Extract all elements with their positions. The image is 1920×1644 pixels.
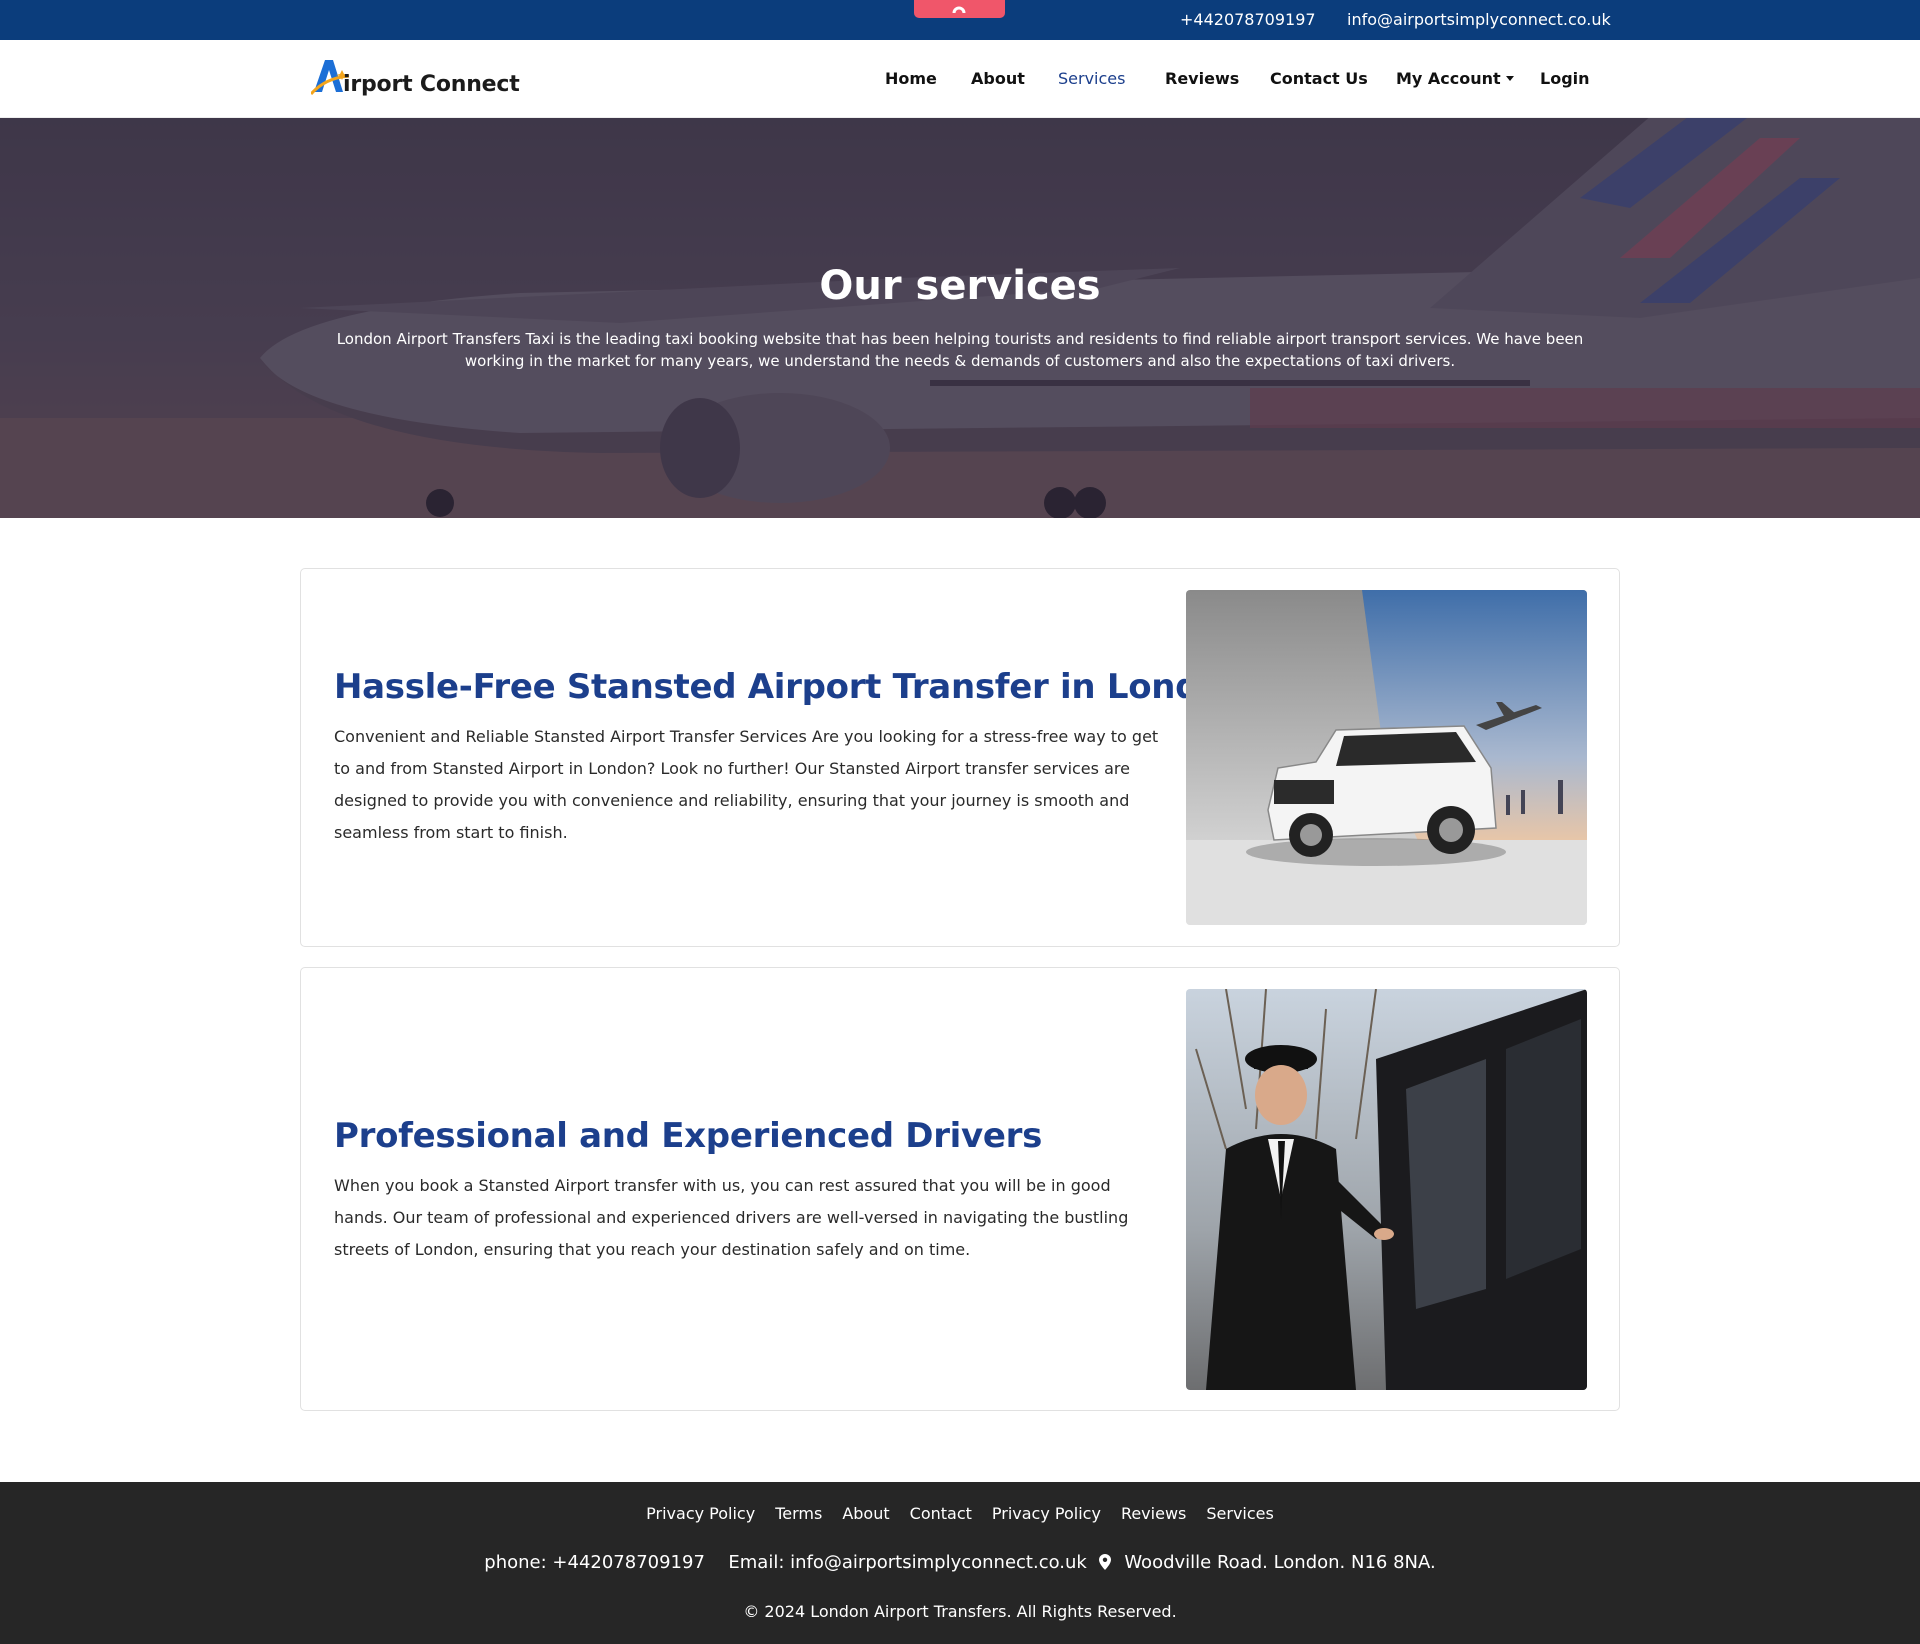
scroll-top-tab[interactable]	[914, 0, 1005, 18]
service-description: Convenient and Reliable Stansted Airport…	[334, 727, 1159, 842]
footer-links: Privacy Policy Terms About Contact Privacy P…	[0, 1504, 1920, 1523]
footer-link-terms[interactable]: Terms	[775, 1504, 822, 1523]
scroll-up-icon	[952, 6, 966, 14]
footer-link-privacy-policy-2[interactable]: Privacy Policy	[992, 1504, 1101, 1523]
service-title: Professional and Experienced Drivers	[334, 1116, 1043, 1156]
location-pin-icon	[1098, 1554, 1111, 1570]
nav-home[interactable]: Home	[885, 69, 937, 88]
footer: Privacy Policy Terms About Contact Privacy P…	[0, 1482, 1920, 1644]
chevron-down-icon	[1505, 76, 1514, 81]
footer-email-label: Email:	[728, 1552, 785, 1573]
logo[interactable]: irport Connect	[311, 56, 521, 102]
page-title: Our services	[819, 263, 1101, 309]
service-description: When you book a Stansted Airport transfe…	[334, 1176, 1129, 1259]
nav-about[interactable]: About	[971, 69, 1025, 88]
nav-my-account[interactable]: My Account	[1396, 69, 1514, 88]
footer-link-contact[interactable]: Contact	[910, 1504, 972, 1523]
footer-phone[interactable]: +442078709197	[552, 1552, 705, 1573]
nav-services[interactable]: Services	[1058, 69, 1125, 88]
suv-airport-image	[1186, 590, 1587, 925]
nav-contact-us[interactable]: Contact Us	[1270, 69, 1368, 88]
nav-login[interactable]: Login	[1540, 69, 1590, 88]
topbar-email[interactable]: info@airportsimplyconnect.co.uk	[1347, 10, 1611, 29]
footer-link-about[interactable]: About	[842, 1504, 889, 1523]
copyright: © 2024 London Airport Transfers. All Rig…	[743, 1602, 1177, 1621]
footer-email[interactable]: info@airportsimplyconnect.co.uk	[790, 1552, 1087, 1573]
topbar-phone[interactable]: +442078709197	[1180, 10, 1316, 29]
footer-link-reviews[interactable]: Reviews	[1121, 1504, 1186, 1523]
top-bar: +442078709197 info@airportsimplyconnect.…	[0, 0, 1920, 40]
footer-link-services[interactable]: Services	[1206, 1504, 1273, 1523]
footer-link-privacy-policy[interactable]: Privacy Policy	[646, 1504, 755, 1523]
hero-description: London Airport Transfers Taxi is the lea…	[336, 330, 1584, 370]
service-title: Hassle-Free Stansted Airport Transfer in…	[334, 667, 1247, 707]
nav-reviews[interactable]: Reviews	[1165, 69, 1239, 88]
service-card: Professional and Experienced Drivers Whe…	[300, 967, 1620, 1411]
footer-contact: phone: +442078709197 Email: info@airport…	[0, 1552, 1920, 1573]
chauffeur-image	[1186, 989, 1587, 1390]
footer-phone-label: phone:	[484, 1552, 547, 1573]
navbar: irport Connect Home About Services Revie…	[0, 40, 1920, 118]
hero-overlay	[0, 118, 1920, 518]
hero-banner: Our services London Airport Transfers Ta…	[0, 118, 1920, 518]
logo-text: irport Connect	[343, 72, 520, 97]
nav-my-account-label: My Account	[1396, 69, 1501, 88]
footer-address: Woodville Road. London. N16 8NA.	[1124, 1552, 1436, 1573]
service-card: Hassle-Free Stansted Airport Transfer in…	[300, 568, 1620, 947]
